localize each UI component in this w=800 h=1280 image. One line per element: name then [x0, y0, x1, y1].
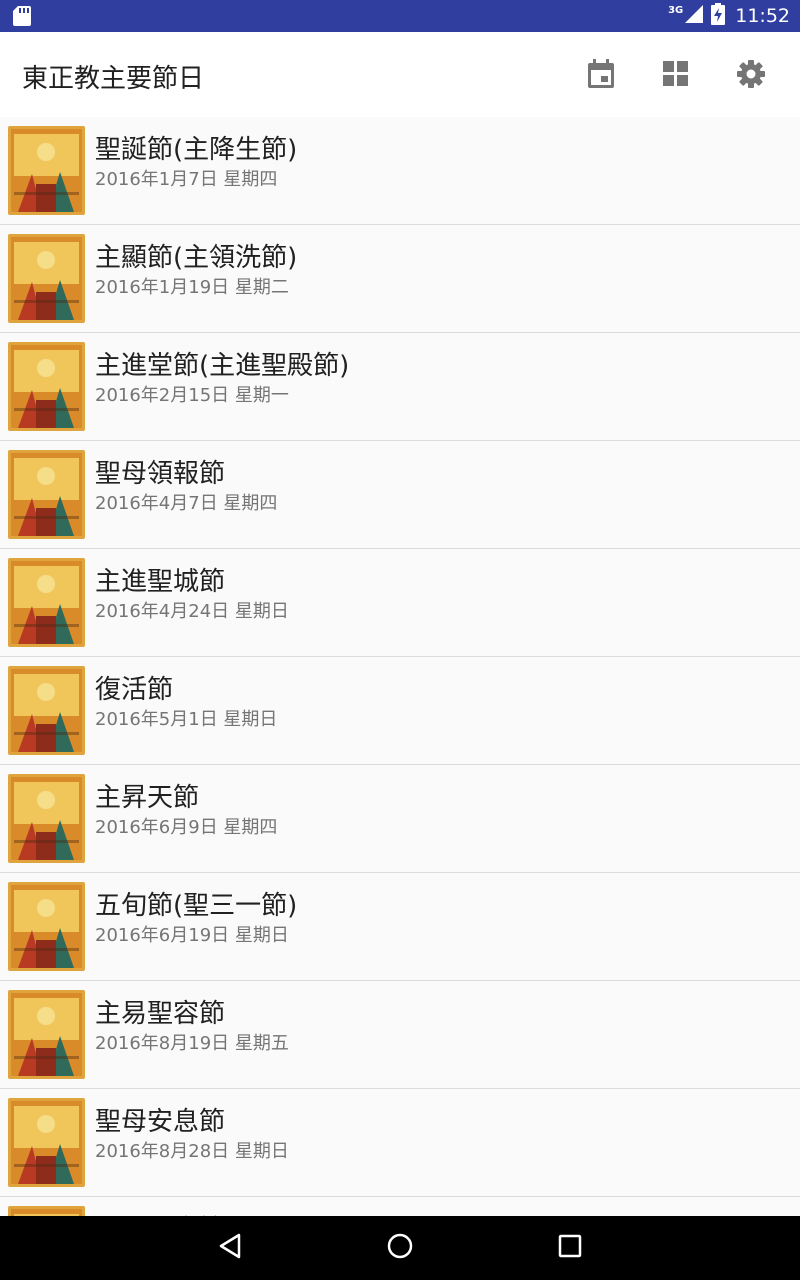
settings-icon: [736, 59, 766, 93]
feast-icon-image: [8, 234, 85, 323]
feast-icon-image: [8, 774, 85, 863]
feast-title: 主易聖容節: [95, 999, 226, 1029]
feast-date: 2016年6月9日 星期四: [95, 817, 278, 838]
feast-date: 2016年8月28日 星期日: [95, 1141, 289, 1162]
feast-icon-image: [8, 126, 85, 215]
feast-title: 主進聖城節: [95, 567, 226, 597]
feast-list-item[interactable]: 主易聖容節 2016年8月19日 星期五: [0, 981, 800, 1089]
feast-list-item[interactable]: 聖母安息節 2016年8月28日 星期日: [0, 1089, 800, 1197]
battery-charging-icon: [711, 3, 726, 29]
feast-title: 復活節: [95, 675, 174, 705]
feast-list-item[interactable]: 聖母誕生節: [0, 1197, 800, 1216]
feast-icon-image: [8, 882, 85, 971]
feast-title: 聖母誕生節: [95, 1209, 225, 1216]
feast-list-item[interactable]: 主進堂節(主進聖殿節) 2016年2月15日 星期一: [0, 333, 800, 441]
feast-list-item[interactable]: 五旬節(聖三一節) 2016年6月19日 星期日: [0, 873, 800, 981]
status-bar: 3G 11:52: [0, 0, 800, 32]
home-button[interactable]: [380, 1228, 420, 1268]
feast-icon-image: [8, 450, 85, 539]
feast-title: 五旬節(聖三一節): [95, 891, 298, 921]
page-title: 東正教主要節日: [22, 64, 205, 94]
feast-list-item[interactable]: 主顯節(主領洗節) 2016年1月19日 星期二: [0, 225, 800, 333]
feast-list-item[interactable]: 聖母領報節 2016年4月7日 星期四: [0, 441, 800, 549]
feast-title: 主顯節(主領洗節): [95, 243, 298, 273]
settings-button[interactable]: [731, 56, 771, 96]
feast-date: 2016年1月19日 星期二: [95, 277, 289, 298]
navigation-bar: [0, 1216, 800, 1280]
feast-list-item[interactable]: 復活節 2016年5月1日 星期日: [0, 657, 800, 765]
feast-title: 聖誕節(主降生節): [95, 135, 298, 165]
feast-date: 2016年6月19日 星期日: [95, 925, 289, 946]
sd-card-icon: [12, 5, 32, 31]
feast-date: 2016年5月1日 星期日: [95, 709, 278, 730]
feast-list-item[interactable]: 主昇天節 2016年6月9日 星期四: [0, 765, 800, 873]
feast-icon-image: [8, 558, 85, 647]
feast-title: 聖母安息節: [95, 1107, 226, 1137]
home-icon: [386, 1232, 414, 1264]
feast-icon-image: [8, 666, 85, 755]
clock: 11:52: [735, 5, 790, 27]
feast-title: 主進堂節(主進聖殿節): [95, 351, 350, 381]
recents-button[interactable]: [550, 1228, 590, 1268]
grid-view-button[interactable]: [656, 56, 696, 96]
feast-title: 聖母領報節: [95, 459, 226, 489]
calendar-icon: [587, 59, 615, 93]
feast-date: 2016年1月7日 星期四: [95, 169, 278, 190]
back-icon: [217, 1232, 243, 1264]
feast-title: 主昇天節: [95, 783, 200, 813]
app-bar: 東正教主要節日: [0, 32, 800, 117]
feast-list[interactable]: 聖誕節(主降生節) 2016年1月7日 星期四主顯節(主領洗節) 2016年1月19…: [0, 117, 800, 1216]
feast-list-item[interactable]: 聖誕節(主降生節) 2016年1月7日 星期四: [0, 117, 800, 225]
feast-icon-image: [8, 1206, 85, 1216]
feast-date: 2016年8月19日 星期五: [95, 1033, 289, 1054]
network-type: 3G: [668, 4, 684, 16]
feast-date: 2016年2月15日 星期一: [95, 385, 289, 406]
feast-date: 2016年4月24日 星期日: [95, 601, 289, 622]
calendar-button[interactable]: [581, 56, 621, 96]
grid-view-icon: [663, 61, 689, 91]
feast-icon-image: [8, 1098, 85, 1187]
signal-icon: [683, 3, 705, 29]
feast-date: 2016年4月7日 星期四: [95, 493, 278, 514]
feast-icon-image: [8, 342, 85, 431]
feast-list-item[interactable]: 主進聖城節 2016年4月24日 星期日: [0, 549, 800, 657]
feast-icon-image: [8, 990, 85, 1079]
back-button[interactable]: [210, 1228, 250, 1268]
recents-icon: [558, 1234, 582, 1262]
